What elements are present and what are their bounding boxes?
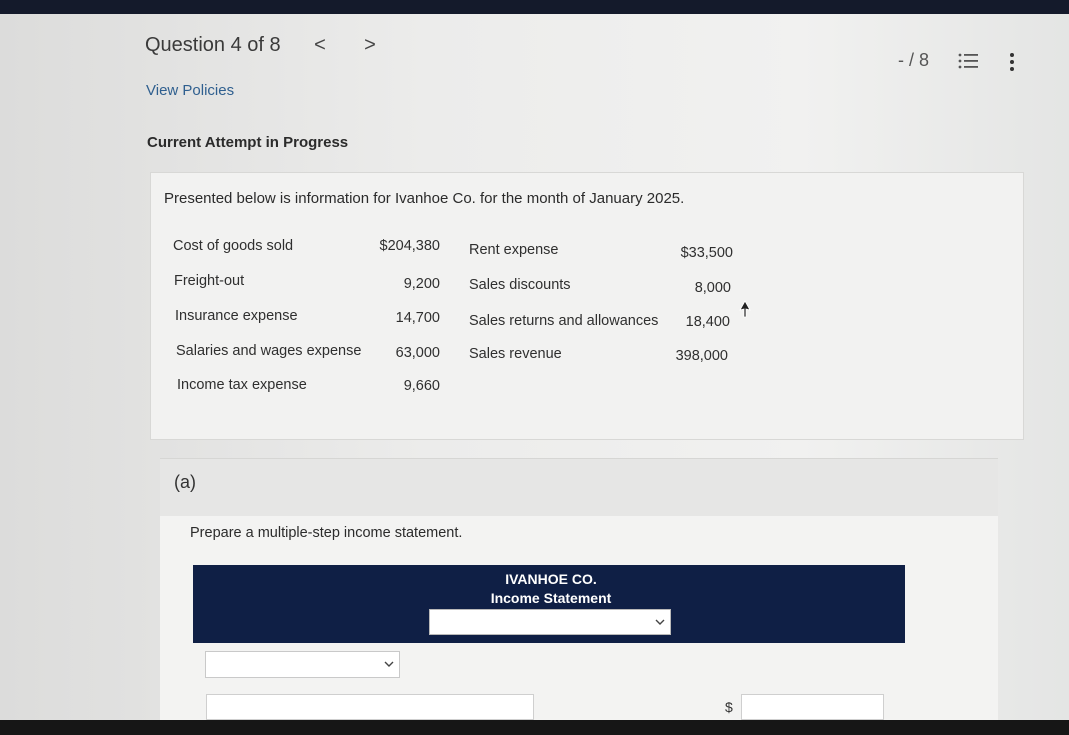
mouse-pointer-icon [739, 300, 751, 318]
chevron-down-icon [655, 619, 665, 625]
part-label: (a) [174, 472, 196, 492]
list-icon[interactable] [958, 52, 978, 70]
vertical-ellipsis-icon[interactable] [1006, 52, 1018, 72]
item-amount: 398,000 [675, 348, 728, 364]
statement-period-select[interactable] [429, 609, 671, 635]
item-label: Sales returns and allowances [469, 313, 659, 329]
item-amount: $204,380 [379, 238, 440, 254]
problem-intro: Presented below is information for Ivanh… [164, 190, 685, 207]
item-label: Income tax expense [177, 377, 307, 393]
item-label: Rent expense [469, 242, 559, 258]
problem-info-box [150, 172, 1024, 440]
item-label: Cost of goods sold [173, 238, 294, 254]
previous-question-button[interactable]: < [312, 34, 328, 57]
part-instruction: Prepare a multiple-step income statement… [190, 525, 463, 541]
item-amount: 9,660 [403, 378, 440, 394]
account-line-input[interactable] [206, 694, 534, 720]
item-amount: 14,700 [395, 310, 440, 326]
device-bottom-edge [0, 720, 1069, 735]
item-amount: 18,400 [685, 314, 730, 330]
part-a-header [160, 458, 998, 517]
item-amount: 8,000 [694, 280, 731, 296]
score-display: - / 8 [898, 50, 930, 70]
item-label: Insurance expense [175, 308, 298, 324]
item-amount: 63,000 [395, 345, 440, 361]
item-amount: 9,200 [403, 276, 440, 292]
chevron-down-icon [384, 661, 394, 667]
account-select[interactable] [205, 651, 400, 678]
item-label: Freight-out [174, 273, 245, 289]
item-label: Sales revenue [469, 346, 562, 362]
view-policies-link[interactable]: View Policies [146, 82, 234, 99]
item-amount: $33,500 [680, 245, 733, 261]
statement-title: Income Statement [490, 590, 612, 606]
next-question-button[interactable]: > [362, 34, 378, 57]
question-title: Question 4 of 8 [145, 34, 281, 56]
dollar-sign: $ [725, 699, 733, 715]
company-name: IVANHOE CO. [505, 571, 597, 587]
amount-input[interactable] [741, 694, 884, 720]
item-label: Sales discounts [469, 277, 571, 293]
item-label: Salaries and wages expense [176, 343, 362, 359]
attempt-status: Current Attempt in Progress [147, 134, 349, 151]
